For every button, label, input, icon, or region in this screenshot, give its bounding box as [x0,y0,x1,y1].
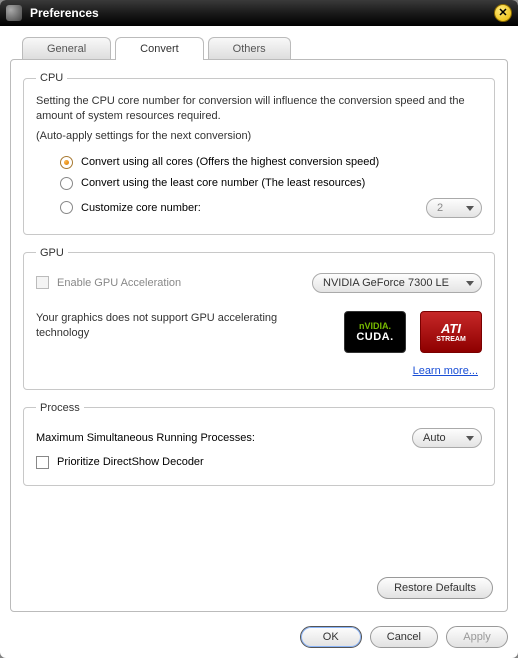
apply-button[interactable]: Apply [446,626,508,648]
restore-row: Restore Defaults [23,571,495,601]
tab-panel-convert: CPU Setting the CPU core number for conv… [10,59,508,612]
process-max-label: Maximum Simultaneous Running Processes: [36,432,255,444]
dialog-footer: OK Cancel Apply [0,620,518,658]
app-icon [6,5,22,21]
radio-label: Convert using the least core number (The… [81,177,365,189]
cpu-core-select[interactable]: 2 [426,198,482,218]
radio-icon [60,177,73,190]
radio-label: Convert using all cores (Offers the high… [81,156,379,168]
window-title: Preferences [30,6,494,20]
gpu-legend: GPU [36,247,68,259]
nvidia-cuda-icon: nVIDIA. CUDA. [344,311,406,353]
gpu-badges: nVIDIA. CUDA. ATI STREAM Learn more... [344,311,482,377]
preferences-window: Preferences ✕ General Convert Others CPU… [0,0,518,658]
process-legend: Process [36,402,84,414]
restore-defaults-button[interactable]: Restore Defaults [377,577,493,599]
checkbox-icon[interactable] [36,456,49,469]
cpu-group: CPU Setting the CPU core number for conv… [23,72,495,235]
cpu-option-least-cores[interactable]: Convert using the least core number (The… [36,173,482,194]
cpu-auto-note: (Auto-apply settings for the next conver… [36,130,482,142]
tab-bar: General Convert Others [10,36,508,59]
radio-icon [60,156,73,169]
window-body: General Convert Others CPU Setting the C… [0,26,518,620]
process-max-select[interactable]: Auto [412,428,482,448]
process-group: Process Maximum Simultaneous Running Pro… [23,402,495,486]
cancel-button[interactable]: Cancel [370,626,438,648]
radio-icon [60,201,73,214]
select-value: NVIDIA GeForce 7300 LE [323,277,449,289]
tab-convert[interactable]: Convert [115,37,204,60]
ati-stream-icon: ATI STREAM [420,311,482,353]
titlebar: Preferences ✕ [0,0,518,26]
gpu-group: GPU Enable GPU Acceleration NVIDIA GeFor… [23,247,495,390]
close-icon[interactable]: ✕ [494,4,512,22]
process-max-row: Maximum Simultaneous Running Processes: … [36,424,482,452]
tab-general[interactable]: General [22,37,111,60]
cpu-description: Setting the CPU core number for conversi… [36,94,482,124]
gpu-device-select[interactable]: NVIDIA GeForce 7300 LE [312,273,482,293]
tab-others[interactable]: Others [208,37,291,60]
radio-label: Customize core number: [81,202,201,214]
process-prioritize-label: Prioritize DirectShow Decoder [57,456,204,468]
gpu-learn-more-link[interactable]: Learn more... [413,365,482,377]
gpu-enable-label: Enable GPU Acceleration [57,277,181,289]
select-value: Auto [423,432,446,444]
cpu-option-customize[interactable]: Customize core number: 2 [36,194,482,222]
ok-button[interactable]: OK [300,626,362,648]
process-prioritize-row[interactable]: Prioritize DirectShow Decoder [36,452,482,473]
select-value: 2 [437,202,443,214]
gpu-info-row: Your graphics does not support GPU accel… [36,297,482,377]
checkbox-icon[interactable] [36,276,49,289]
cpu-option-all-cores[interactable]: Convert using all cores (Offers the high… [36,152,482,173]
gpu-enable-row: Enable GPU Acceleration NVIDIA GeForce 7… [36,269,482,297]
cpu-legend: CPU [36,72,67,84]
gpu-unsupported-text: Your graphics does not support GPU accel… [36,311,324,341]
